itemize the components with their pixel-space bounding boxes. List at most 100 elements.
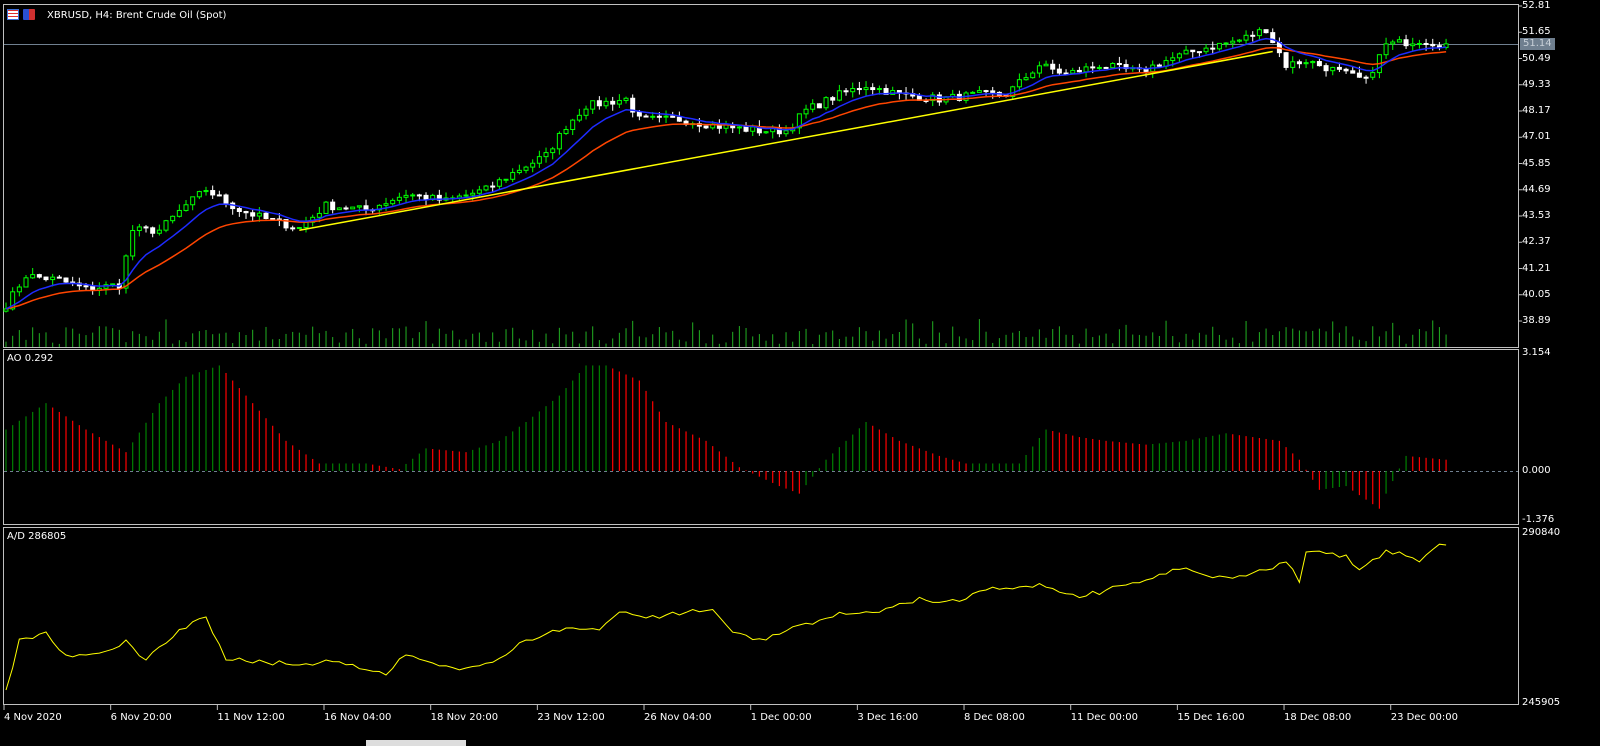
candle-bear	[263, 212, 269, 219]
trendline[interactable]	[299, 50, 1273, 232]
candle-bull	[256, 212, 262, 217]
candle-bear	[1350, 70, 1356, 74]
candle-bear	[1056, 68, 1062, 74]
time-axis-label: 23 Nov 12:00	[537, 712, 605, 723]
candle-bear	[236, 208, 242, 212]
candle-bear	[703, 125, 709, 129]
candle-bear	[643, 115, 649, 118]
candle-bull	[810, 103, 816, 110]
candle-bull	[1310, 61, 1316, 64]
candle-bear	[1356, 72, 1362, 78]
candle-bear	[363, 205, 369, 211]
candle-bull	[130, 230, 136, 257]
candle-bull	[1243, 34, 1249, 41]
candle-bull	[863, 87, 869, 91]
candle-bear	[223, 194, 229, 204]
candle-bull	[1183, 49, 1189, 55]
candle-bear	[83, 285, 89, 288]
candle-bull	[183, 204, 189, 211]
price-axis-label: 48.17	[1522, 105, 1551, 116]
current-price-label: 51.14	[1520, 38, 1555, 50]
candle-bear	[610, 100, 616, 105]
candle-bull	[563, 129, 569, 134]
candle-bull	[523, 166, 529, 171]
candle-bear	[1156, 64, 1162, 67]
candle-bull	[650, 115, 656, 118]
candle-bear	[250, 212, 256, 217]
candle-bull	[196, 191, 202, 198]
candle-bear	[1363, 76, 1369, 79]
candle-bull	[1176, 53, 1182, 59]
candle-bull	[576, 114, 582, 121]
ad-label: A/D 286805	[7, 531, 67, 542]
candle-bull	[763, 131, 769, 134]
candle-bull	[1216, 42, 1222, 50]
candle-bull	[1110, 62, 1116, 69]
candle-bear	[656, 115, 662, 118]
candle-bull	[30, 274, 36, 279]
candle-bull	[476, 189, 482, 194]
candle-bull	[296, 227, 302, 230]
chart-window-icon[interactable]	[7, 9, 19, 20]
time-axis-label: 16 Nov 04:00	[324, 712, 392, 723]
candle-bear	[1263, 29, 1269, 34]
candle-bear	[423, 194, 429, 201]
candle-bear	[216, 194, 222, 197]
candle-bull	[803, 108, 809, 115]
candle-bear	[1210, 47, 1216, 50]
candle-bear	[936, 94, 942, 103]
candle-bear	[1116, 62, 1122, 66]
candle-bull	[736, 126, 742, 129]
chart-canvas[interactable]	[0, 0, 1600, 746]
candle-bear	[90, 286, 96, 291]
candle-bear	[1063, 72, 1069, 75]
candle-bull	[356, 205, 362, 208]
candle-bull	[1236, 39, 1242, 42]
candle-bull	[190, 196, 196, 206]
price-axis-label: 41.21	[1522, 262, 1551, 274]
time-axis-label: 23 Dec 00:00	[1390, 712, 1458, 723]
save-icon[interactable]	[23, 9, 35, 20]
candle-bull	[850, 88, 856, 93]
candle-bear	[596, 100, 602, 107]
candle-bear	[1323, 65, 1329, 72]
candle-bull	[403, 194, 409, 198]
chart-title: XBRUSD, H4: Brent Crude Oil (Spot)	[47, 10, 227, 21]
candle-bear	[670, 115, 676, 118]
candle-bear	[1283, 52, 1289, 68]
ad-axis-max: 290840	[1522, 527, 1561, 538]
candle-bull	[470, 192, 476, 196]
time-axis-label: 3 Dec 16:00	[857, 712, 919, 723]
candle-bull	[543, 152, 549, 158]
candle-bull	[1383, 43, 1389, 56]
candle-bull	[1023, 77, 1029, 81]
candle-bear	[63, 277, 69, 283]
candle-bear	[1090, 66, 1096, 69]
candle-bull	[750, 126, 756, 132]
candle-bull	[616, 99, 622, 105]
candle-bull	[1256, 29, 1262, 37]
ao-label: AO 0.292	[7, 353, 54, 364]
horizontal-scrollbar[interactable]	[366, 740, 466, 746]
candle-bull	[583, 108, 589, 116]
time-axis-label: 18 Nov 20:00	[430, 712, 499, 723]
candle-bear	[1050, 63, 1056, 70]
price-axis-label: 42.37	[1522, 236, 1551, 248]
candle-bull	[1170, 57, 1176, 62]
price-axis-label: 49.33	[1522, 78, 1551, 90]
candle-bull	[1043, 63, 1049, 67]
candle-bull	[550, 148, 556, 154]
candle-bear	[210, 190, 216, 196]
time-axis-label: 15 Dec 16:00	[1177, 712, 1245, 723]
ad-axis-min: 245905	[1522, 697, 1561, 708]
candle-bear	[870, 87, 876, 91]
volume-bars	[5, 319, 1447, 347]
candle-bull	[323, 201, 329, 214]
candle-bull	[1303, 62, 1309, 65]
candle-bull	[176, 209, 182, 217]
time-axis-label: 18 Dec 08:00	[1284, 712, 1352, 723]
candle-bull	[316, 212, 322, 218]
candle-bull	[383, 203, 389, 206]
candle-bear	[1430, 43, 1436, 47]
candle-bull	[1390, 41, 1396, 45]
